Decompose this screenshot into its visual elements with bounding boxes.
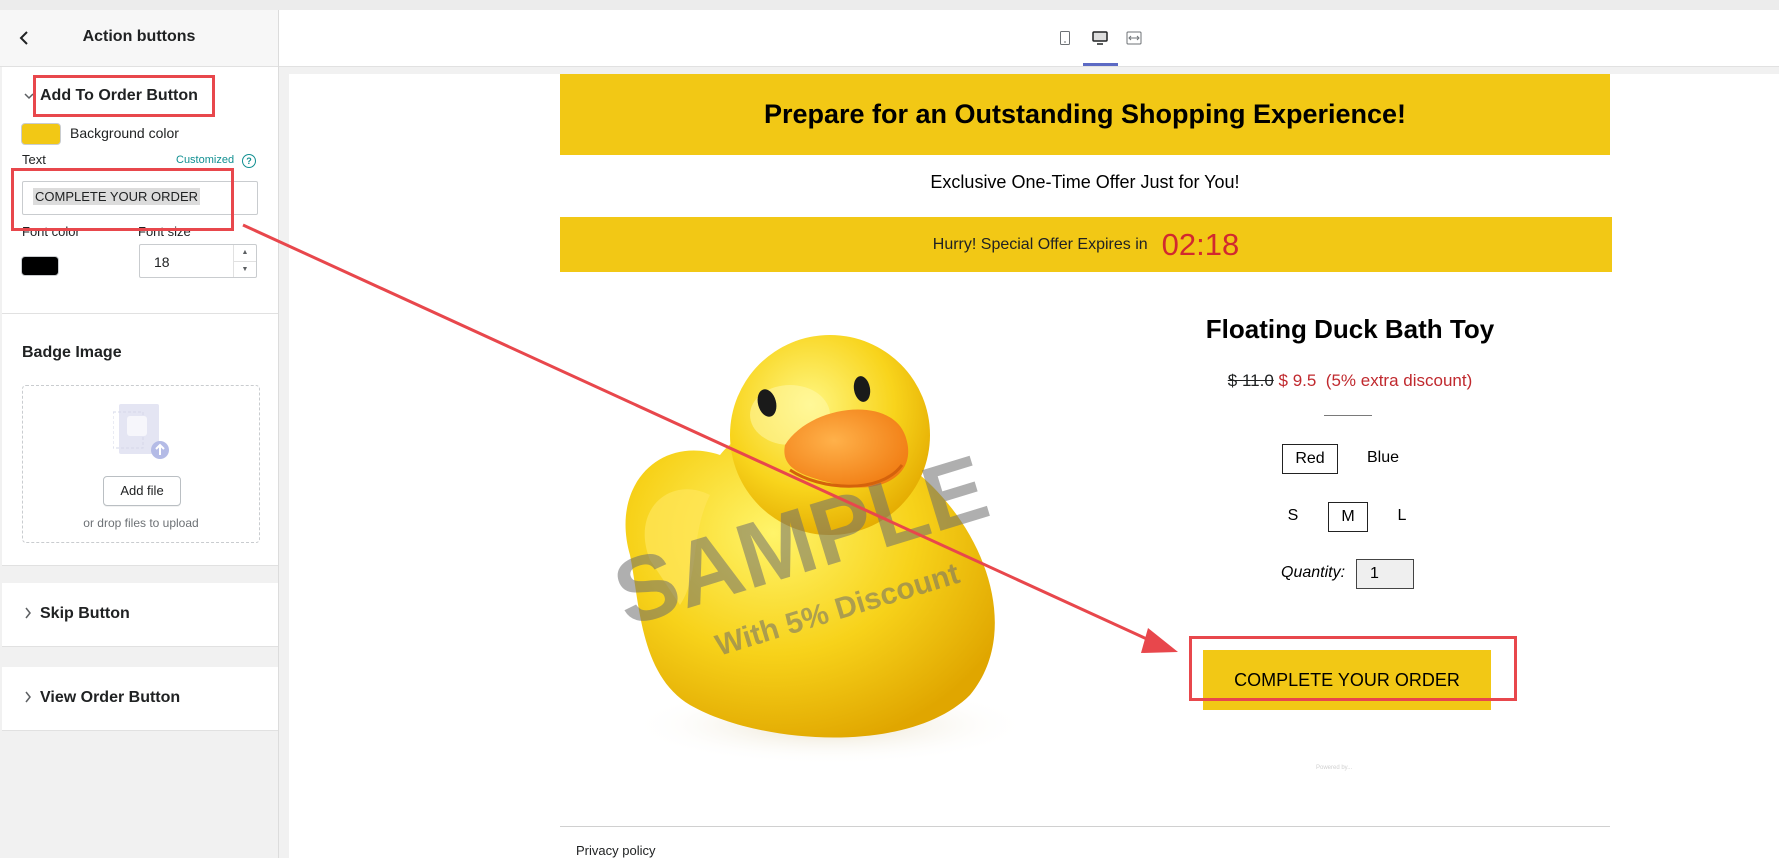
font-color-label: Font color xyxy=(22,224,80,239)
font-size-stepper[interactable]: 18 ▲ ▼ xyxy=(139,244,257,278)
drop-files-hint: or drop files to upload xyxy=(83,516,199,530)
add-to-order-section-toggle[interactable]: Add To Order Button xyxy=(24,87,198,105)
fullwidth-icon[interactable] xyxy=(1124,28,1144,48)
color-option-red[interactable]: Red xyxy=(1282,444,1338,474)
chevron-right-icon xyxy=(24,691,34,706)
stepper-up-icon[interactable]: ▲ xyxy=(234,245,256,262)
badge-image-title: Badge Image xyxy=(22,344,122,361)
help-icon[interactable]: ? xyxy=(242,154,256,168)
sidebar-title: Action buttons xyxy=(82,28,196,45)
font-size-value: 18 xyxy=(154,254,170,270)
sidebar: Action buttons Add To Order Button Backg… xyxy=(0,10,279,858)
color-option-blue[interactable]: Blue xyxy=(1357,444,1409,474)
button-text-input[interactable]: COMPLETE YOUR ORDER xyxy=(22,181,258,215)
active-device-indicator xyxy=(1083,63,1118,66)
complete-order-button[interactable]: COMPLETE YOUR ORDER xyxy=(1203,650,1491,710)
stepper-down-icon[interactable]: ▼ xyxy=(234,262,256,278)
timer-bar: Hurry! Special Offer Expires in 02:18 xyxy=(560,217,1612,272)
skip-button-label: Skip Button xyxy=(40,605,130,622)
privacy-policy-link[interactable]: Privacy policy xyxy=(576,843,655,858)
subline: Exclusive One-Time Offer Just for You! xyxy=(930,172,1240,192)
timer-label: Hurry! Special Offer Expires in xyxy=(932,235,1148,253)
sidebar-header: Action buttons xyxy=(0,10,278,67)
top-strip xyxy=(0,0,1779,10)
headline: Prepare for an Outstanding Shopping Expe… xyxy=(763,99,1407,129)
skip-button-section-toggle[interactable]: Skip Button xyxy=(24,605,130,623)
view-order-section-toggle[interactable]: View Order Button xyxy=(24,689,180,707)
device-toolbar xyxy=(279,10,1779,67)
stepper-arrows: ▲ ▼ xyxy=(233,245,256,277)
new-price: $ 9.5 xyxy=(1278,371,1317,390)
product-title: Floating Duck Bath Toy xyxy=(1205,314,1495,344)
button-text-value: COMPLETE YOUR ORDER xyxy=(33,188,201,205)
size-option-l[interactable]: L xyxy=(1389,502,1415,532)
price-divider xyxy=(1324,415,1372,416)
section-divider xyxy=(2,313,278,314)
customized-label: Customized xyxy=(176,154,235,166)
footer-divider xyxy=(560,826,1610,827)
skip-button-card: Skip Button xyxy=(2,583,278,647)
countdown-timer: 02:18 xyxy=(1161,226,1240,262)
view-order-button-card: View Order Button xyxy=(2,667,278,731)
powered-by-text: Powered by... xyxy=(1316,765,1353,771)
chevron-down-icon xyxy=(24,89,34,103)
add-to-order-label: Add To Order Button xyxy=(40,87,198,104)
add-file-button[interactable]: Add file xyxy=(103,476,181,506)
view-order-button-label: View Order Button xyxy=(40,689,181,706)
background-color-label: Background color xyxy=(70,125,179,141)
quantity-label: Quantity: xyxy=(1281,564,1346,581)
headline-bar: Prepare for an Outstanding Shopping Expe… xyxy=(560,74,1610,155)
discount-text: (5% extra discount) xyxy=(1325,371,1473,390)
text-field-label: Text xyxy=(22,152,46,167)
quantity-input[interactable]: 1 xyxy=(1356,559,1414,589)
size-option-m[interactable]: M xyxy=(1328,502,1368,532)
font-color-swatch[interactable] xyxy=(21,256,59,276)
upload-illustration-icon xyxy=(112,402,169,460)
chevron-right-icon xyxy=(24,607,34,622)
mobile-icon[interactable] xyxy=(1055,28,1075,48)
price-row: $ 11.0 $ 9.5 (5% extra discount) xyxy=(1090,371,1610,391)
desktop-icon[interactable] xyxy=(1090,28,1110,48)
size-option-s[interactable]: S xyxy=(1280,502,1306,532)
badge-image-dropzone[interactable]: Add file or drop files to upload xyxy=(22,385,260,543)
background-color-swatch[interactable] xyxy=(21,123,61,145)
add-to-order-card: Add To Order Button Background color Tex… xyxy=(2,67,278,566)
old-price: $ 11.0 xyxy=(1227,371,1274,390)
product-image xyxy=(590,305,1040,785)
font-size-label: Font size xyxy=(138,224,191,239)
